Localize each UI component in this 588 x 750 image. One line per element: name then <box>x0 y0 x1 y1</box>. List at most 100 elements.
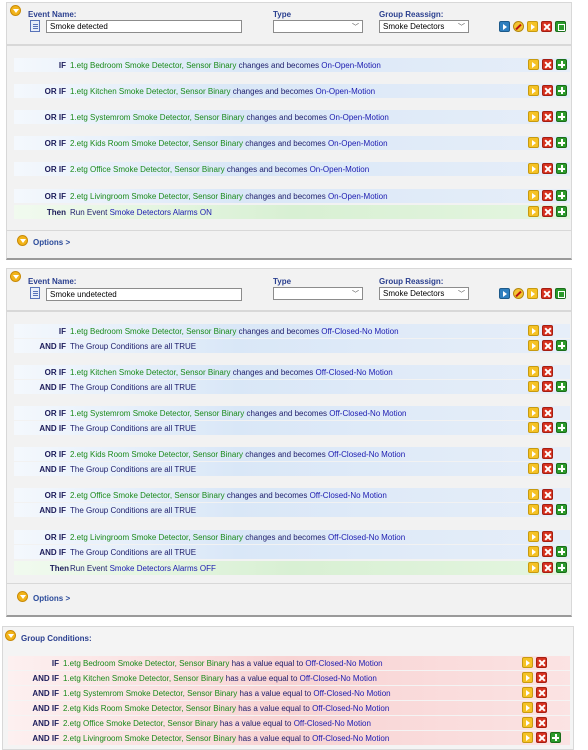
delete-row-button[interactable] <box>542 163 553 174</box>
event-document-icon <box>30 287 40 299</box>
add-row-button[interactable] <box>550 732 561 743</box>
delete-row-button[interactable] <box>542 206 553 217</box>
device-name: 2.etg Livingroom Smoke Detector <box>70 192 189 201</box>
sensor-type: Sensor Binary <box>180 368 231 377</box>
delete-event-button[interactable] <box>541 288 552 299</box>
delete-event-button[interactable] <box>541 21 552 32</box>
test-row-button[interactable] <box>528 366 539 377</box>
delete-row-button[interactable] <box>542 504 553 515</box>
event-name-input[interactable]: Smoke detected <box>46 20 242 33</box>
test-row-button[interactable] <box>528 163 539 174</box>
delete-row-button[interactable] <box>542 190 553 201</box>
delete-row-button[interactable] <box>542 366 553 377</box>
delete-row-button[interactable] <box>536 672 547 683</box>
collapse-toggle-icon[interactable] <box>5 630 16 641</box>
add-row-button[interactable] <box>556 190 567 201</box>
add-row-button[interactable] <box>556 546 567 557</box>
test-row-button[interactable] <box>528 448 539 459</box>
test-row-button[interactable] <box>528 422 539 433</box>
delete-row-button[interactable] <box>536 732 547 743</box>
collapse-toggle-icon[interactable] <box>10 271 21 282</box>
delete-row-button[interactable] <box>536 717 547 728</box>
delete-row-button[interactable] <box>542 531 553 542</box>
delete-row-button[interactable] <box>542 407 553 418</box>
add-row-button[interactable] <box>556 163 567 174</box>
collapse-toggle-icon[interactable] <box>10 5 21 16</box>
test-event-button[interactable] <box>527 21 538 32</box>
delete-row-button[interactable] <box>542 340 553 351</box>
condition-phrase: changes and becomes <box>238 327 320 336</box>
delete-row-button[interactable] <box>542 381 553 392</box>
sensor-type: Sensor Binary <box>192 192 243 201</box>
test-row-button[interactable] <box>528 59 539 70</box>
delete-row-button[interactable] <box>542 111 553 122</box>
group-reassign-select[interactable]: Smoke Detectors ﹀ <box>379 287 469 300</box>
copy-event-button[interactable] <box>555 21 566 32</box>
test-row-button[interactable] <box>528 489 539 500</box>
event-name-input[interactable]: Smoke undetected <box>46 288 242 301</box>
add-row-button[interactable] <box>556 137 567 148</box>
type-select[interactable]: ﹀ <box>273 287 363 300</box>
delete-row-button[interactable] <box>536 657 547 668</box>
delete-row-button[interactable] <box>542 422 553 433</box>
delete-row-button[interactable] <box>542 463 553 474</box>
test-row-button[interactable] <box>522 672 533 683</box>
group-reassign-select[interactable]: Smoke Detectors ﹀ <box>379 20 469 33</box>
delete-row-button[interactable] <box>542 489 553 500</box>
add-row-button[interactable] <box>556 85 567 96</box>
options-toggle-icon[interactable] <box>17 591 28 602</box>
delete-row-button[interactable] <box>542 448 553 459</box>
disable-event-button[interactable] <box>513 288 524 299</box>
add-row-button[interactable] <box>556 422 567 433</box>
test-row-button[interactable] <box>522 657 533 668</box>
add-row-button[interactable] <box>556 381 567 392</box>
test-row-button[interactable] <box>522 732 533 743</box>
add-row-button[interactable] <box>556 562 567 573</box>
add-row-button[interactable] <box>556 111 567 122</box>
device-name: 2.etg Livingroom Smoke Detector <box>70 533 189 542</box>
copy-event-button[interactable] <box>555 288 566 299</box>
test-row-button[interactable] <box>528 531 539 542</box>
test-row-button[interactable] <box>522 717 533 728</box>
test-row-button[interactable] <box>528 340 539 351</box>
type-select[interactable]: ﹀ <box>273 20 363 33</box>
test-row-button[interactable] <box>528 206 539 217</box>
options-link[interactable]: Options > <box>33 238 70 247</box>
test-event-button[interactable] <box>527 288 538 299</box>
add-row-button[interactable] <box>556 59 567 70</box>
test-row-button[interactable] <box>528 562 539 573</box>
test-row-button[interactable] <box>522 687 533 698</box>
delete-row-button[interactable] <box>542 59 553 70</box>
test-row-button[interactable] <box>528 111 539 122</box>
condition-phrase: has a value equal to <box>239 689 312 698</box>
test-row-button[interactable] <box>528 325 539 336</box>
add-row-button[interactable] <box>556 340 567 351</box>
delete-row-button[interactable] <box>542 85 553 96</box>
delete-row-button[interactable] <box>542 562 553 573</box>
run-event-button[interactable] <box>499 288 510 299</box>
options-toggle-icon[interactable] <box>17 235 28 246</box>
options-link[interactable]: Options > <box>33 594 70 603</box>
test-row-button[interactable] <box>528 407 539 418</box>
device-name: 1.etg Bedroom Smoke Detector <box>63 659 175 668</box>
test-row-button[interactable] <box>528 381 539 392</box>
delete-row-button[interactable] <box>536 702 547 713</box>
test-row-button[interactable] <box>528 137 539 148</box>
test-row-button[interactable] <box>528 546 539 557</box>
delete-row-button[interactable] <box>542 546 553 557</box>
delete-row-button[interactable] <box>542 137 553 148</box>
run-event-button[interactable] <box>499 21 510 32</box>
disable-event-button[interactable] <box>513 21 524 32</box>
delete-row-button[interactable] <box>536 687 547 698</box>
group-reassign-value: Smoke Detectors <box>383 289 445 298</box>
add-row-button[interactable] <box>556 504 567 515</box>
test-row-button[interactable] <box>528 463 539 474</box>
test-row-button[interactable] <box>528 85 539 96</box>
add-row-button[interactable] <box>556 206 567 217</box>
add-row-button[interactable] <box>556 463 567 474</box>
delete-row-button[interactable] <box>542 325 553 336</box>
test-row-button[interactable] <box>522 702 533 713</box>
event-1-body <box>6 45 572 260</box>
test-row-button[interactable] <box>528 504 539 515</box>
test-row-button[interactable] <box>528 190 539 201</box>
